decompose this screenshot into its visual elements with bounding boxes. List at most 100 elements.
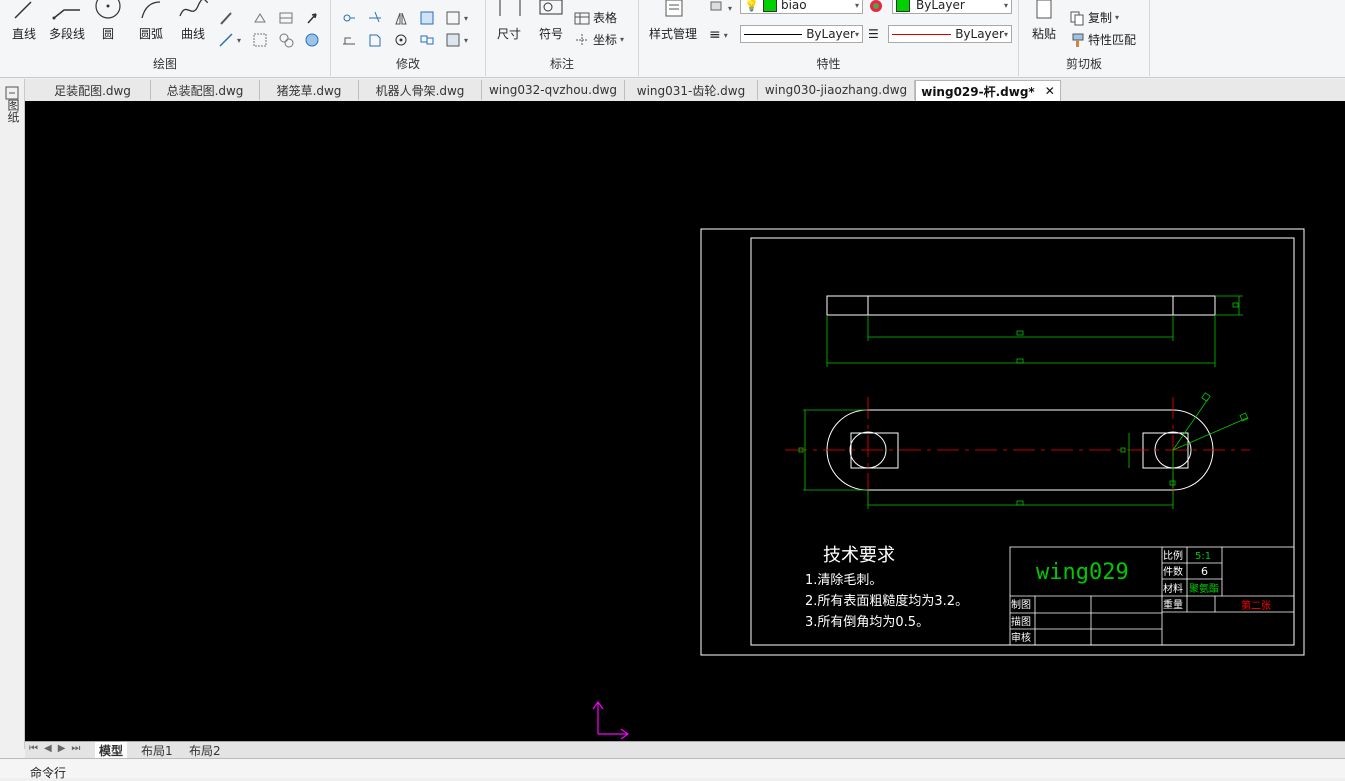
ucs-icon	[592, 700, 630, 740]
curve-button[interactable]: 曲线	[176, 0, 210, 42]
command-line-label: 命令行	[30, 766, 67, 780]
arc-label: 圆弧	[138, 27, 163, 41]
layers-icon	[710, 1, 722, 11]
lineweight-icon-button[interactable]: ☰	[868, 27, 879, 41]
dimension-icon	[499, 0, 521, 16]
table-button[interactable]: 表格	[574, 9, 617, 26]
trim-icon	[369, 11, 381, 23]
style-manager-label: 样式管理	[648, 27, 697, 41]
layout-nav-arrows[interactable]: ⏮◀▶⏭	[29, 743, 86, 754]
document-tab-bar: 足装配图.dwg 总装配图.dwg 猪笼草.dwg 机器人骨架.dwg wing…	[25, 79, 1345, 102]
doc-tab-active[interactable]: wing029-杆.dwg* ✕	[915, 80, 1061, 101]
checked-by-label: 审核	[1011, 631, 1031, 644]
line-button[interactable]: 直线	[6, 0, 42, 42]
top-view	[826, 295, 1216, 316]
copy-icon	[1070, 11, 1084, 25]
coordinate-icon	[576, 33, 588, 46]
dimension-button[interactable]: 尺寸	[492, 0, 526, 42]
match-properties-button[interactable]: 特性匹配	[1069, 31, 1136, 48]
boundary-button[interactable]	[278, 32, 294, 48]
trim-button[interactable]	[367, 10, 383, 26]
lineweight-value: ByLayer	[955, 27, 1004, 41]
color-combo[interactable]: ByLayer ▾	[892, 0, 1012, 14]
layout-tab-model[interactable]: 模型	[95, 742, 128, 758]
doc-tab[interactable]: wing032-qvzhou.dwg	[482, 80, 625, 100]
side-panel-label[interactable]: 图纸	[5, 99, 22, 123]
doc-tab[interactable]: wing031-齿轮.dwg	[625, 80, 758, 100]
move-button[interactable]	[341, 10, 357, 26]
close-tab-icon[interactable]: ✕	[1045, 84, 1055, 98]
doc-tab[interactable]: 足装配图.dwg	[35, 80, 151, 100]
table-draw-button[interactable]	[278, 10, 294, 26]
array-icon	[446, 11, 460, 25]
paste-icon	[1036, 0, 1052, 19]
material-value: 聚氨酯	[1189, 582, 1219, 595]
ray-tool-button[interactable]: ▾	[218, 32, 241, 48]
modify-group-label: 修改	[395, 57, 420, 71]
region-button[interactable]	[252, 32, 268, 48]
doc-tab-label: 总装配图.dwg	[166, 83, 244, 98]
circle-label: 圆	[101, 27, 114, 41]
layer-combo[interactable]: 💡 biao ▾	[740, 0, 863, 14]
arc-button[interactable]: 圆弧	[134, 0, 168, 42]
polyline-icon	[52, 9, 80, 20]
properties-group: 样式管理 ▾ 💡 biao ▾ ByLayer ▾ ≡ ▾ ByLayer ▾ ☰…	[639, 0, 1019, 76]
tech-requirements-title: 技术要求	[823, 545, 895, 566]
stretch-button[interactable]	[341, 32, 357, 48]
lineweight-preview	[892, 33, 952, 35]
tech-requirement-item: 1.清除毛刺。	[805, 573, 882, 588]
explode-button[interactable]	[419, 32, 435, 48]
quantity-label: 件数	[1163, 565, 1183, 578]
doc-tab[interactable]: wing030-jiaozhang.dwg	[758, 80, 915, 100]
line-label: 直线	[11, 27, 36, 41]
fillet-button[interactable]: ▾	[445, 32, 468, 48]
boundary-icon	[279, 33, 294, 48]
polyline-button[interactable]: 多段线	[46, 0, 88, 42]
layout-tab-1[interactable]: 布局1	[137, 742, 177, 758]
offset-button[interactable]	[419, 10, 435, 26]
ribbon: 直线 多段线 圆 圆弧 曲线 ▾ 绘图 ▾ ▾ 修改 尺寸 符号 表格 坐标 ▾…	[0, 0, 1345, 78]
doc-tab[interactable]: 机器人骨架.dwg	[359, 80, 482, 100]
paste-label: 粘贴	[1031, 27, 1056, 41]
part-name: wing029	[1036, 560, 1129, 585]
revcloud-button[interactable]	[252, 10, 268, 26]
tech-requirement-item: 3.所有倒角均为0.5。	[805, 615, 929, 630]
coordinate-button[interactable]: 坐标 ▾	[574, 31, 624, 48]
mirror-button[interactable]	[393, 10, 409, 26]
color-wheel-button[interactable]	[868, 0, 884, 16]
doc-tab-label: 足装配图.dwg	[54, 83, 131, 98]
linetype-icon-button[interactable]: ≡ ▾	[709, 27, 728, 43]
symbol-icon	[539, 0, 563, 15]
linetype-value: ByLayer	[806, 27, 855, 41]
style-manager-button[interactable]: 样式管理	[643, 0, 703, 42]
pointer-button[interactable]	[304, 10, 320, 26]
hatch-tool-button[interactable]	[218, 10, 234, 26]
scale-button[interactable]	[367, 32, 383, 48]
doc-tab[interactable]: 总装配图.dwg	[151, 80, 260, 100]
fillet-icon	[446, 33, 460, 47]
material-label: 材料	[1163, 582, 1183, 595]
copy-button[interactable]: 复制 ▾	[1069, 9, 1119, 26]
rotate-button[interactable]	[393, 32, 409, 48]
command-line[interactable]: 命令行	[0, 758, 1345, 780]
layer-props-button[interactable]: ▾	[709, 0, 732, 16]
rotate-icon	[395, 34, 407, 46]
linetype-preview	[744, 33, 803, 35]
mirror-icon	[395, 12, 407, 25]
array-button[interactable]: ▾	[445, 10, 468, 26]
lineweight-combo[interactable]: ByLayer ▾	[888, 25, 1012, 43]
draw-group-label: 绘图	[152, 57, 177, 71]
symbol-button[interactable]: 符号	[534, 0, 568, 42]
doc-tab[interactable]: 猪笼草.dwg	[260, 80, 359, 100]
paste-button[interactable]: 粘贴	[1027, 0, 1061, 42]
solid-button[interactable]	[304, 32, 320, 48]
layout-tab-label: 布局2	[189, 743, 221, 758]
linetype-combo[interactable]: ByLayer ▾	[740, 25, 863, 43]
layout-tab-2[interactable]: 布局2	[185, 742, 225, 758]
bulb-icon: 💡	[744, 0, 759, 12]
grid-icon	[279, 12, 293, 24]
drawing-canvas[interactable]: 技术要求 1.清除毛刺。 2.所有表面粗糙度均为3.2。 3.所有倒角均为0.5…	[25, 101, 1345, 741]
doc-tab-label: wing031-齿轮.dwg	[636, 83, 746, 98]
circle-button[interactable]: 圆	[93, 0, 123, 42]
quantity-value: 6	[1201, 565, 1208, 578]
